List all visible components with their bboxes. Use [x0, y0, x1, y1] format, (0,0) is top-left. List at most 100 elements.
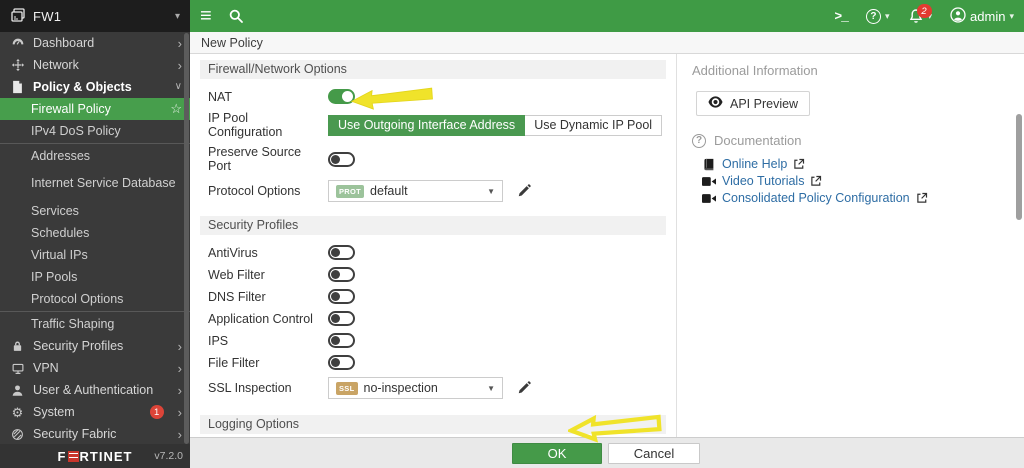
notifications-menu[interactable]: 2 ▾ — [908, 8, 933, 24]
nat-row: NAT — [200, 89, 666, 104]
web-filter-label: Web Filter — [208, 268, 320, 282]
nat-toggle[interactable] — [328, 89, 355, 104]
sidebar-item-firewall-policy[interactable]: Firewall Policy ☆ — [0, 98, 190, 120]
network-icon — [10, 58, 25, 73]
sidebar-item-user-authentication[interactable]: User & Authentication › — [0, 379, 190, 401]
toggle-knob — [331, 270, 340, 279]
video-camera-icon — [701, 176, 716, 187]
sidebar-scrollbar[interactable] — [184, 33, 189, 444]
sidebar-item-system[interactable]: ⚙ System 1 › — [0, 401, 190, 423]
gear-icon: ⚙ — [10, 405, 25, 420]
ssl-badge: SSL — [336, 382, 358, 395]
sidebar-item-policy-objects[interactable]: Policy & Objects ∨ — [0, 76, 190, 98]
ssl-inspection-select[interactable]: SSL no-inspection ▼ — [328, 377, 503, 399]
application-control-row: Application Control — [200, 311, 666, 326]
section-security-profiles: Security Profiles — [200, 216, 666, 235]
video-camera-icon — [701, 193, 716, 204]
select-caret-icon: ▼ — [487, 384, 495, 393]
toggle-knob — [342, 91, 353, 102]
dns-filter-toggle[interactable] — [328, 289, 355, 304]
ips-toggle[interactable] — [328, 333, 355, 348]
cli-console-icon[interactable]: >_ — [834, 9, 848, 24]
sidebar-item-virtual-ips[interactable]: Virtual IPs — [0, 244, 190, 266]
policy-document-icon — [10, 80, 25, 95]
sidebar-item-dashboard[interactable]: Dashboard › — [0, 32, 190, 54]
doc-link-row: Video Tutorials — [701, 174, 1010, 188]
protocol-options-select[interactable]: PROT default ▼ — [328, 180, 503, 202]
menu-icon[interactable]: ≡ — [200, 6, 212, 26]
preserve-source-port-toggle[interactable] — [328, 152, 355, 167]
sidebar-item-schedules[interactable]: Schedules — [0, 222, 190, 244]
nat-label: NAT — [208, 90, 320, 104]
cancel-button[interactable]: Cancel — [608, 443, 700, 464]
sidebar-item-label: Protocol Options — [31, 292, 123, 306]
external-link-icon — [810, 175, 822, 187]
page-scrollbar-thumb[interactable] — [1016, 114, 1022, 220]
sidebar-item-ip-pools[interactable]: IP Pools — [0, 266, 190, 288]
breadcrumb-bar: New Policy — [190, 32, 1024, 54]
chevron-right-icon: › — [178, 384, 182, 397]
admin-user-icon — [950, 7, 966, 26]
external-link-icon — [793, 158, 805, 170]
sidebar-item-addresses[interactable]: Addresses — [0, 145, 190, 167]
sidebar-item-network[interactable]: Network › — [0, 54, 190, 76]
additional-information-title: Additional Information — [692, 63, 1010, 78]
dns-filter-row: DNS Filter — [200, 289, 666, 304]
file-filter-row: File Filter — [200, 355, 666, 370]
sidebar-item-internet-service-database[interactable]: Internet Service Database — [0, 167, 190, 200]
sidebar-item-label: IPv4 DoS Policy — [31, 124, 121, 138]
doc-link-row: Consolidated Policy Configuration — [701, 191, 1010, 205]
sidebar-item-label: Firewall Policy — [31, 102, 111, 116]
main-content: Firewall/Network Options NAT IP Pool Con… — [190, 54, 1024, 437]
help-menu[interactable]: ? ▾ — [866, 9, 890, 24]
application-control-toggle[interactable] — [328, 311, 355, 326]
admin-label: admin — [970, 9, 1005, 24]
sidebar-item-protocol-options[interactable]: Protocol Options — [0, 288, 190, 310]
favorite-star-icon[interactable]: ☆ — [170, 101, 182, 117]
chevron-down-icon: ∨ — [175, 82, 182, 92]
online-help-link[interactable]: Online Help — [722, 157, 787, 171]
ssl-inspection-row: SSL Inspection SSL no-inspection ▼ — [200, 377, 666, 399]
book-icon — [701, 158, 716, 171]
file-filter-toggle[interactable] — [328, 355, 355, 370]
search-icon[interactable] — [228, 8, 244, 24]
topbar-actions: >_ ? ▾ 2 ▾ admin ▾ — [834, 7, 1014, 26]
dns-filter-label: DNS Filter — [208, 290, 320, 304]
help-icon: ? — [866, 9, 881, 24]
sidebar-item-traffic-shaping[interactable]: Traffic Shaping — [0, 313, 190, 335]
sidebar-item-label: User & Authentication — [33, 383, 153, 397]
sidebar-item-security-fabric[interactable]: Security Fabric › — [0, 423, 190, 444]
use-outgoing-interface-address-button[interactable]: Use Outgoing Interface Address — [328, 115, 525, 136]
api-preview-button[interactable]: API Preview — [696, 91, 810, 116]
sidebar-item-services[interactable]: Services — [0, 200, 190, 222]
sidebar-menu: Dashboard › Network › Policy & Objects ∨… — [0, 32, 190, 444]
api-preview-label: API Preview — [730, 97, 798, 111]
sidebar-item-vpn[interactable]: VPN › — [0, 357, 190, 379]
user-icon — [10, 383, 25, 398]
sidebar-item-label: IP Pools — [31, 270, 77, 284]
logo-text-rtinet: RTINET — [80, 449, 133, 464]
section-firewall-network-options: Firewall/Network Options — [200, 60, 666, 79]
sidebar-footer: FRTINET v7.2.0 — [0, 444, 190, 468]
sidebar-item-ipv4-dos-policy[interactable]: IPv4 DoS Policy — [0, 120, 190, 142]
web-filter-toggle[interactable] — [328, 267, 355, 282]
help-circle-icon: ? — [692, 134, 706, 148]
section-logging-options: Logging Options — [200, 415, 666, 434]
edit-pencil-icon[interactable] — [517, 184, 531, 198]
lock-icon — [10, 339, 25, 354]
admin-menu[interactable]: admin ▾ — [950, 7, 1014, 26]
consolidated-policy-configuration-link[interactable]: Consolidated Policy Configuration — [722, 191, 910, 205]
ssl-inspection-label: SSL Inspection — [208, 381, 320, 395]
edit-pencil-icon[interactable] — [517, 381, 531, 395]
ok-button[interactable]: OK — [512, 443, 602, 464]
sidebar-item-security-profiles[interactable]: Security Profiles › — [0, 335, 190, 357]
doc-link-row: Online Help — [701, 157, 1010, 171]
use-dynamic-ip-pool-button[interactable]: Use Dynamic IP Pool — [525, 115, 662, 136]
sidebar-item-label: Internet Service Database — [31, 176, 176, 192]
logo-text-f: F — [58, 449, 67, 464]
video-tutorials-link[interactable]: Video Tutorials — [722, 174, 804, 188]
device-selector[interactable]: FW1 ▾ — [0, 0, 190, 32]
additional-information-panel: Additional Information API Preview ? Doc… — [678, 54, 1024, 437]
antivirus-toggle[interactable] — [328, 245, 355, 260]
bell-icon: 2 — [908, 8, 924, 24]
